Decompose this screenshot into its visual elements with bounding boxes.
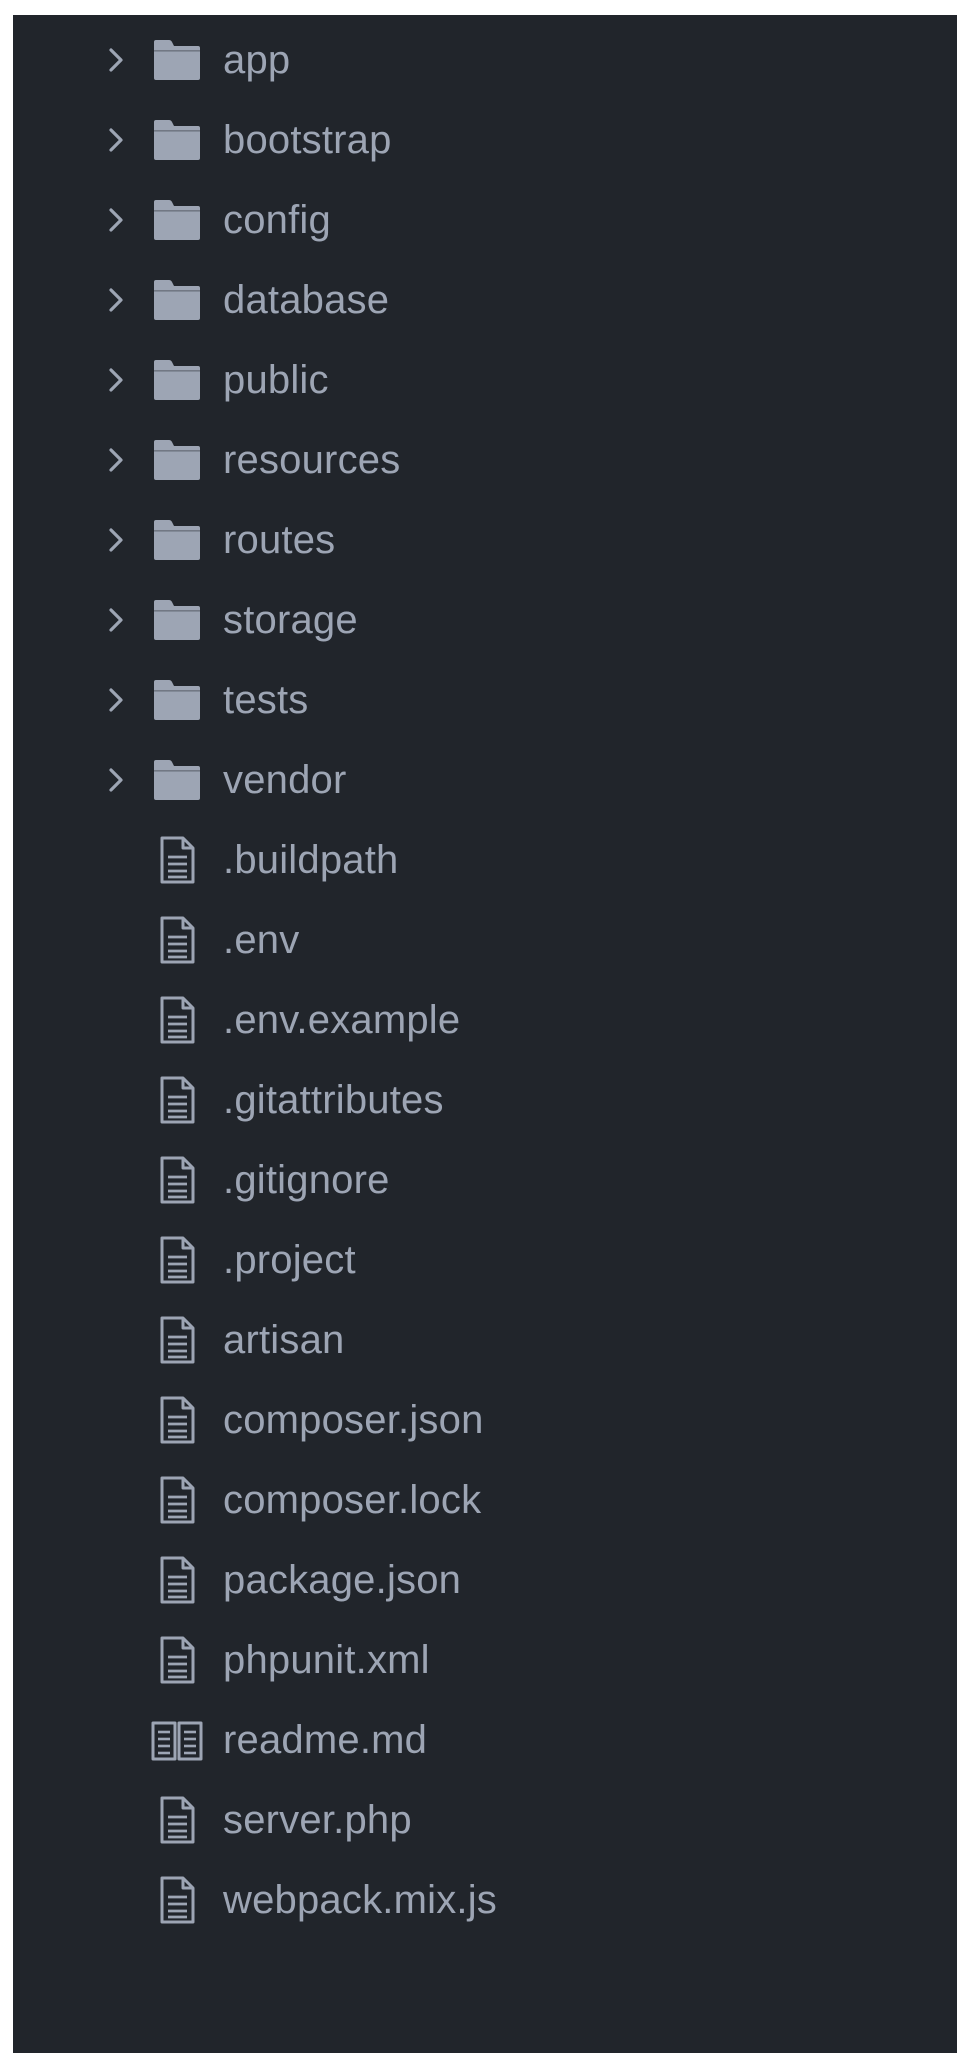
tree-item-label: server.php xyxy=(223,1798,412,1842)
tree-item-label: artisan xyxy=(223,1318,345,1362)
tree-item-label: .gitignore xyxy=(223,1158,390,1202)
file-text-icon xyxy=(147,910,207,970)
file-text-icon xyxy=(147,830,207,890)
tree-item-label: .env xyxy=(223,918,300,962)
tree-file-item[interactable]: package.json xyxy=(13,1540,957,1620)
tree-file-item[interactable]: .project xyxy=(13,1220,957,1300)
folder-icon xyxy=(147,110,207,170)
tree-file-item[interactable]: webpack.mix.js xyxy=(13,1860,957,1940)
folder-icon xyxy=(147,510,207,570)
file-text-icon xyxy=(147,1390,207,1450)
file-text-icon xyxy=(147,1230,207,1290)
tree-item-label: package.json xyxy=(223,1558,462,1602)
tree-folder-item[interactable]: vendor xyxy=(13,740,957,820)
tree-item-label: bootstrap xyxy=(223,118,392,162)
tree-file-item[interactable]: composer.json xyxy=(13,1380,957,1460)
tree-folder-item[interactable]: routes xyxy=(13,500,957,580)
folder-icon xyxy=(147,30,207,90)
chevron-right-icon[interactable] xyxy=(102,440,130,480)
file-text-icon xyxy=(147,1070,207,1130)
tree-file-item[interactable]: phpunit.xml xyxy=(13,1620,957,1700)
folder-icon xyxy=(147,670,207,730)
tree-folder-item[interactable]: app xyxy=(13,20,957,100)
book-icon xyxy=(147,1710,207,1770)
tree-item-label: readme.md xyxy=(223,1718,428,1762)
file-text-icon xyxy=(147,990,207,1050)
file-tree-panel: app bootstrap config database public resource… xyxy=(13,15,957,2053)
tree-item-label: resources xyxy=(223,438,401,482)
chevron-right-icon[interactable] xyxy=(102,680,130,720)
tree-file-item[interactable]: .buildpath xyxy=(13,820,957,900)
tree-item-label: composer.json xyxy=(223,1398,484,1442)
tree-folder-item[interactable]: resources xyxy=(13,420,957,500)
tree-item-label: webpack.mix.js xyxy=(223,1878,497,1922)
tree-item-label: vendor xyxy=(223,758,347,802)
tree-item-label: app xyxy=(223,38,291,82)
tree-item-label: .env.example xyxy=(223,998,461,1042)
folder-icon xyxy=(147,350,207,410)
tree-item-label: database xyxy=(223,278,390,322)
tree-item-label: tests xyxy=(223,678,309,722)
file-text-icon xyxy=(147,1630,207,1690)
folder-icon xyxy=(147,270,207,330)
folder-icon xyxy=(147,430,207,490)
chevron-right-icon[interactable] xyxy=(102,520,130,560)
tree-folder-item[interactable]: storage xyxy=(13,580,957,660)
tree-file-item[interactable]: server.php xyxy=(13,1780,957,1860)
tree-folder-item[interactable]: bootstrap xyxy=(13,100,957,180)
tree-folder-item[interactable]: public xyxy=(13,340,957,420)
file-text-icon xyxy=(147,1870,207,1930)
tree-file-item[interactable]: composer.lock xyxy=(13,1460,957,1540)
tree-item-label: .project xyxy=(223,1238,356,1282)
tree-folder-item[interactable]: tests xyxy=(13,660,957,740)
tree-file-item[interactable]: artisan xyxy=(13,1300,957,1380)
file-text-icon xyxy=(147,1550,207,1610)
chevron-right-icon[interactable] xyxy=(102,200,130,240)
tree-file-item[interactable]: .env xyxy=(13,900,957,980)
tree-item-label: composer.lock xyxy=(223,1478,482,1522)
file-text-icon xyxy=(147,1310,207,1370)
tree-item-label: .buildpath xyxy=(223,838,399,882)
tree-item-label: public xyxy=(223,358,329,402)
tree-item-label: storage xyxy=(223,598,358,642)
folder-icon xyxy=(147,750,207,810)
tree-item-label: phpunit.xml xyxy=(223,1638,430,1682)
tree-file-item[interactable]: .env.example xyxy=(13,980,957,1060)
chevron-right-icon[interactable] xyxy=(102,280,130,320)
folder-icon xyxy=(147,190,207,250)
tree-item-label: routes xyxy=(223,518,336,562)
chevron-right-icon[interactable] xyxy=(102,360,130,400)
chevron-right-icon[interactable] xyxy=(102,760,130,800)
tree-file-item[interactable]: .gitignore xyxy=(13,1140,957,1220)
tree-item-label: config xyxy=(223,198,331,242)
tree-file-item[interactable]: .gitattributes xyxy=(13,1060,957,1140)
file-text-icon xyxy=(147,1790,207,1850)
tree-folder-item[interactable]: config xyxy=(13,180,957,260)
chevron-right-icon[interactable] xyxy=(102,600,130,640)
file-text-icon xyxy=(147,1470,207,1530)
tree-folder-item[interactable]: database xyxy=(13,260,957,340)
file-text-icon xyxy=(147,1150,207,1210)
chevron-right-icon[interactable] xyxy=(102,120,130,160)
folder-icon xyxy=(147,590,207,650)
tree-file-item[interactable]: readme.md xyxy=(13,1700,957,1780)
chevron-right-icon[interactable] xyxy=(102,40,130,80)
tree-item-label: .gitattributes xyxy=(223,1078,444,1122)
